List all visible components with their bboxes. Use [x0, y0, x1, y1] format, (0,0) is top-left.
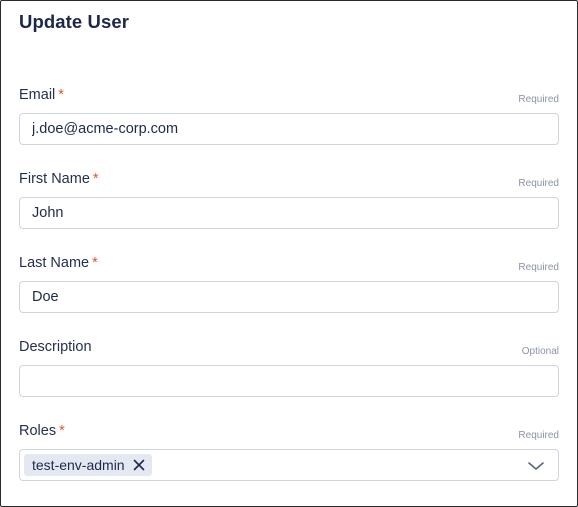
last-name-field-group: Last Name * Required — [19, 255, 559, 315]
description-input[interactable] — [19, 365, 559, 397]
update-user-panel: Update User Email* Required First Name* … — [0, 0, 578, 507]
first-name-label: First Name * — [19, 171, 99, 187]
email-field-group: Email * Required — [19, 87, 559, 147]
required-hint: Required — [518, 430, 559, 441]
close-icon[interactable] — [132, 458, 146, 472]
required-hint: Required — [518, 178, 559, 189]
last-name-input[interactable] — [19, 281, 559, 313]
description-label: Description — [19, 339, 92, 355]
first-name-field-group: First Name * Required — [19, 171, 559, 231]
page-title: Update User — [19, 11, 130, 32]
email-label: Email * — [19, 87, 64, 103]
description-field-group: Description Optional — [19, 339, 559, 399]
role-chip: test-env-admin — [24, 454, 152, 476]
required-asterisk: * — [92, 171, 99, 187]
roles-select[interactable]: test-env-admin — [19, 449, 559, 481]
roles-label: Roles * — [19, 423, 65, 439]
required-asterisk: * — [58, 87, 64, 103]
email-input[interactable] — [19, 113, 559, 145]
optional-hint: Optional — [521, 346, 559, 357]
roles-field-group: Roles * Required test-env-admin — [19, 423, 559, 483]
required-hint: Required — [518, 262, 559, 273]
required-asterisk: * — [92, 255, 98, 271]
required-asterisk: * — [59, 423, 65, 439]
first-name-input[interactable] — [19, 197, 559, 229]
last-name-label: Last Name * — [19, 255, 98, 271]
required-hint: Required — [518, 94, 559, 105]
role-chip-label: test-env-admin — [32, 457, 125, 473]
chevron-down-icon[interactable] — [527, 459, 545, 471]
